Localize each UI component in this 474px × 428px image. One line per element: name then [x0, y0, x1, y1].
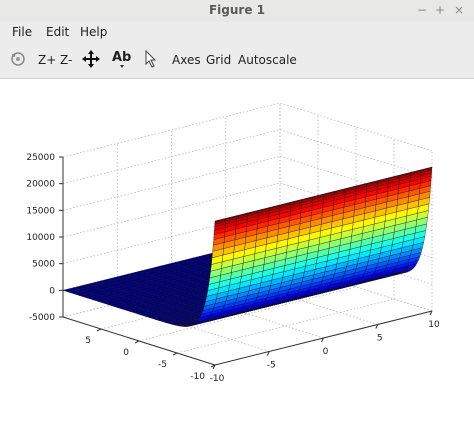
rotate-icon[interactable]	[9, 50, 27, 68]
grid-button[interactable]: Grid	[206, 53, 231, 67]
y-tick-label: 5	[85, 336, 91, 346]
autoscale-button[interactable]: Autoscale	[238, 53, 297, 67]
y-tick	[172, 352, 178, 356]
text-tool-button[interactable]: Ab	[112, 50, 131, 65]
grid-line	[279, 102, 433, 152]
title-bar: Figure 1 − + ×	[0, 0, 474, 23]
z-tick-label: 25000	[26, 153, 55, 163]
z-tick-label: 20000	[26, 180, 55, 190]
y-tick-label: -5	[158, 360, 167, 370]
z-tick-label: -5000	[29, 313, 55, 323]
x-tick-label: -5	[267, 361, 276, 371]
x-tick-label: 0	[323, 347, 329, 357]
plot-area: 25000 20000 15000 10000 5000 0 -5000 -10 -5 0 5 10 -…	[0, 79, 474, 424]
toolbar: Z+ Z- Ab Axes Grid Autoscale	[0, 42, 474, 79]
z-tick-label: 5000	[32, 260, 55, 270]
zoom-in-button[interactable]: Z+	[38, 53, 56, 67]
y-tick-label: 0	[123, 348, 129, 358]
y-tick	[96, 328, 102, 332]
select-pointer-icon[interactable]	[144, 50, 158, 68]
x-tick-label: 5	[377, 334, 383, 344]
menu-edit[interactable]: Edit	[46, 25, 69, 39]
y-tick	[134, 340, 140, 344]
y-tick-label: -10	[190, 372, 205, 382]
menu-file[interactable]: File	[12, 25, 32, 39]
pan-icon[interactable]	[82, 50, 100, 68]
menu-help[interactable]: Help	[80, 25, 107, 39]
surface-plot: 25000 20000 15000 10000 5000 0 -5000 -10 -5 0 5 10 -…	[26, 102, 440, 384]
z-tick-label: 10000	[26, 233, 55, 243]
maximize-button[interactable]: +	[432, 2, 448, 18]
x-tick-label: -10	[210, 374, 225, 384]
z-tick-label: 15000	[26, 206, 55, 216]
axes-button[interactable]: Axes	[172, 53, 201, 67]
menu-bar: File Edit Help	[0, 22, 474, 42]
z-tick-label: 0	[49, 286, 55, 296]
zoom-out-button[interactable]: Z-	[60, 53, 72, 67]
close-button[interactable]: ×	[451, 2, 467, 18]
x-tick-label: 10	[428, 320, 440, 330]
text-tool-caret-icon	[120, 65, 124, 68]
minimize-button[interactable]: −	[414, 2, 430, 18]
window-title: Figure 1	[208, 3, 266, 17]
